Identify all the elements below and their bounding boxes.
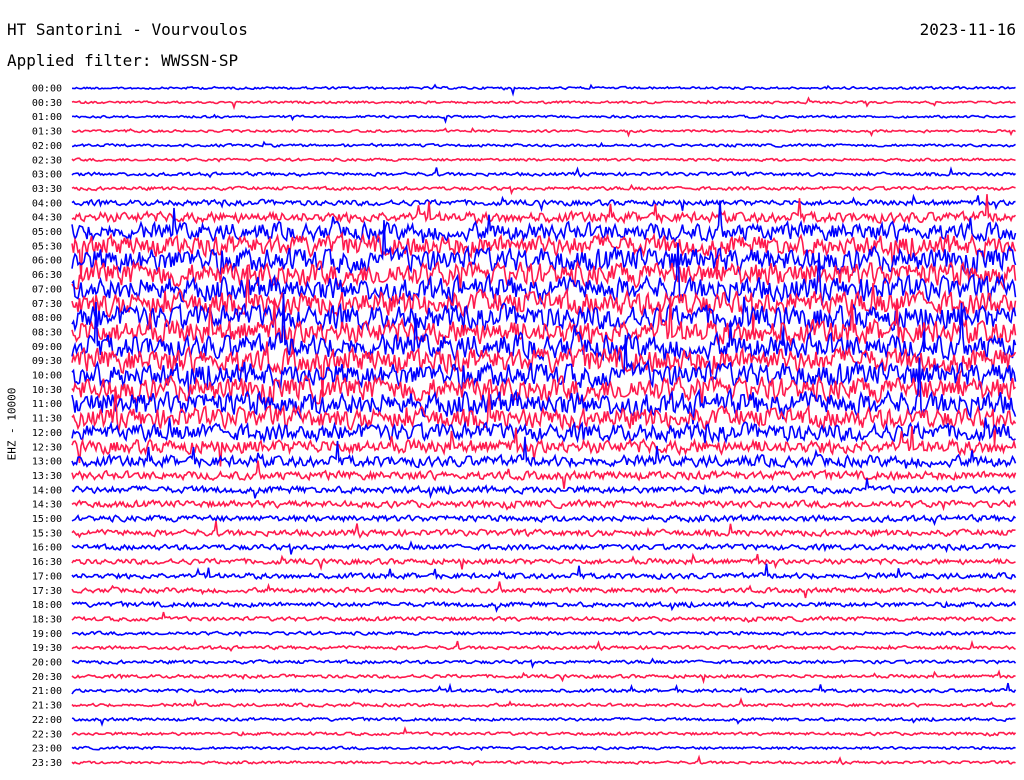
- time-label: 09:30: [32, 356, 62, 367]
- trace-2030: [71, 669, 1016, 685]
- trace-2000: [71, 657, 1017, 669]
- time-label: 02:30: [32, 155, 62, 166]
- helicorder-plot: 00:00 00:30 01:00 01:30 02:00 02:30 03:00 03:30…: [32, 83, 1017, 769]
- trace-0230: [71, 157, 1016, 163]
- trace-1630: [71, 552, 1016, 571]
- time-label: 06:30: [32, 270, 62, 281]
- trace-1600: [71, 540, 1016, 555]
- time-label: 16:30: [32, 557, 62, 568]
- trace-1500: [71, 513, 1017, 527]
- time-label-group: 00:00 00:30 01:00 01:30 02:00 02:30 03:00 03:30…: [32, 84, 62, 769]
- trace-1700: [71, 563, 1017, 581]
- time-label: 12:00: [32, 428, 62, 439]
- time-label: 16:00: [32, 543, 62, 554]
- time-label: 15:00: [32, 514, 62, 525]
- time-label: 04:00: [32, 198, 62, 209]
- time-label: 03:30: [32, 184, 62, 195]
- trace-1330: [71, 460, 1017, 489]
- trace-0100: [71, 113, 1016, 125]
- trace-2330: [71, 754, 1016, 767]
- time-label: 11:30: [32, 414, 62, 425]
- time-label: 21:00: [32, 686, 62, 697]
- trace-1830: [71, 611, 1016, 624]
- time-label: 04:30: [32, 213, 62, 224]
- time-label: 17:00: [32, 571, 62, 582]
- trace-0130: [71, 127, 1016, 138]
- time-label: 23:00: [32, 744, 62, 755]
- time-label: 11:00: [32, 399, 62, 410]
- time-label: 01:30: [32, 127, 62, 138]
- time-label: 00:30: [32, 98, 62, 109]
- time-label: 07:00: [32, 284, 62, 295]
- trace-0200: [71, 140, 1016, 148]
- trace-0330: [71, 183, 1016, 196]
- trace-2200: [71, 716, 1016, 727]
- time-label: 20:30: [32, 672, 62, 683]
- trace-0500: [71, 200, 1017, 244]
- trace-1400: [71, 478, 1016, 500]
- trace-group: [71, 83, 1017, 767]
- time-label: 14:30: [32, 500, 62, 511]
- time-label: 07:30: [32, 299, 62, 310]
- time-label: 10:00: [32, 371, 62, 382]
- time-label: 02:00: [32, 141, 62, 152]
- time-label: 22:30: [32, 729, 62, 740]
- time-label: 10:30: [32, 385, 62, 396]
- time-label: 19:00: [32, 629, 62, 640]
- time-label: 13:00: [32, 457, 62, 468]
- trace-2230: [71, 726, 1017, 738]
- time-label: 21:30: [32, 701, 62, 712]
- trace-1300: [71, 436, 1017, 469]
- time-label: 20:00: [32, 658, 62, 669]
- time-label: 00:00: [32, 84, 62, 95]
- time-label: 18:00: [32, 600, 62, 611]
- time-label: 05:00: [32, 227, 62, 238]
- time-label: 03:00: [32, 170, 62, 181]
- time-label: 05:30: [32, 241, 62, 252]
- time-label: 18:30: [32, 614, 62, 625]
- trace-1430: [71, 498, 1017, 512]
- trace-2100: [71, 682, 1017, 695]
- trace-1800: [71, 600, 1017, 614]
- time-label: 22:00: [32, 715, 62, 726]
- time-label: 17:30: [32, 586, 62, 597]
- time-label: 08:30: [32, 327, 62, 338]
- trace-0300: [71, 166, 1017, 179]
- time-label: 09:00: [32, 342, 62, 353]
- time-label: 12:30: [32, 442, 62, 453]
- time-label: 13:30: [32, 471, 62, 482]
- trace-1530: [71, 520, 1016, 539]
- time-label: 08:00: [32, 313, 62, 324]
- time-label: 19:30: [32, 643, 62, 654]
- trace-0030: [71, 96, 1016, 111]
- time-label: 15:30: [32, 528, 62, 539]
- trace-0400: [71, 193, 1016, 213]
- trace-1730: [71, 581, 1017, 599]
- time-label: 14:00: [32, 485, 62, 496]
- trace-0430: [71, 194, 1017, 225]
- trace-1900: [71, 630, 1016, 637]
- time-label: 23:30: [32, 758, 62, 769]
- time-label: 06:00: [32, 256, 62, 267]
- trace-1930: [71, 639, 1016, 653]
- trace-2130: [71, 696, 1016, 709]
- time-label: 01:00: [32, 112, 62, 123]
- trace-2300: [71, 745, 1016, 752]
- trace-0000: [71, 83, 1016, 97]
